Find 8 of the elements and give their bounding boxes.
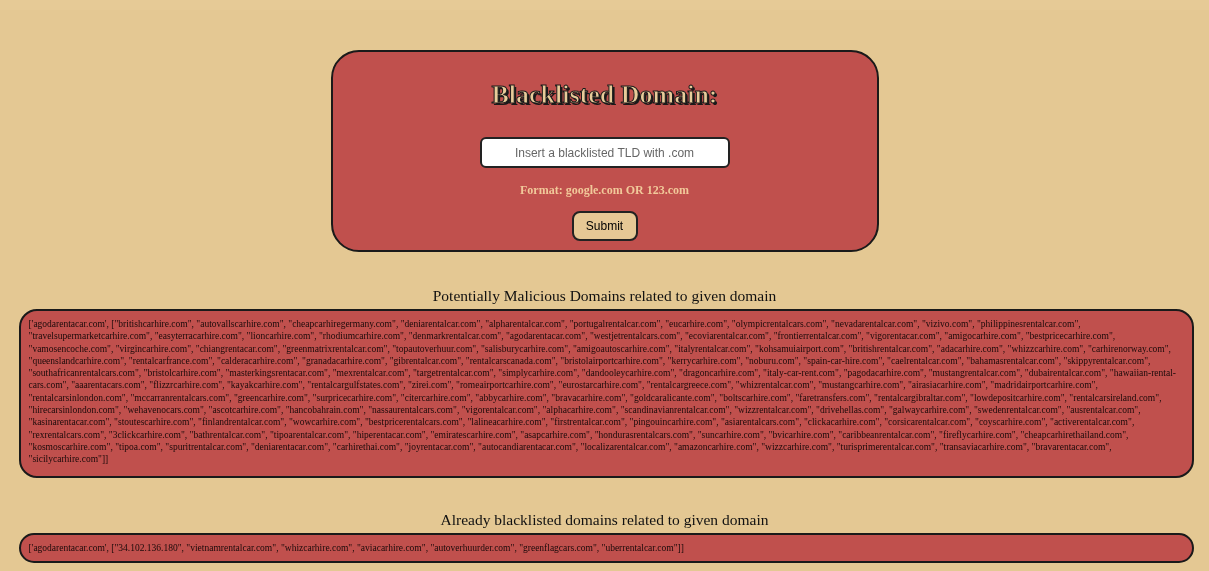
format-hint: Format: google.com OR 123.com [520,182,689,199]
form-title: Blacklisted Domain: [491,82,718,108]
section-heading: Already blacklisted domains related to given domain [440,509,769,530]
domain-list-result: ['agodarentacar.com', ["34.102.136.180", "vietnamrentalcar.com", "whizcarhire.com", "aviacarhire.com", "autoverhuurder.com", "greenflagcars.com", "uberrentalcar.com"]] [18,532,1194,563]
domain-list-result: ['agodarentacar.com', ["britishcarhire.com", "autovallscarhire.com", "cheapcarhiregermany.com", "deniarentalcar.com", "alpharentalcar.com", "portugalrentalcar.com", "eucarhire.com", "olympicrentalcars.com", "nevadarentalcar.com", "vizivo.com", "philippinesrentalcar.com", "travelsupermarketcarhire.com", "easyterracarhire.com", "lioncarhire.com", "rhodiumcarhire.com", "denmarkrentalcar.com", "agodarentacar.com", "westjetrentalcars.com", "ecoviarentalcar.com", "frontierrentalcar.com", "vigorentacar.com", "amigocarhire.com", "bestpricecarhire.com", "vamosencoche.com", "virgincarhire.com", "chiangrentacar.com", "greenmatrixrentalcar.com", "topautoverhuur.com", "salisburycarhire.com", "amigoautoscarhire.com", "italyrentalcar.com", "kohsamuiairport.com", "britishrentalcar.com", "adacarhire.com", "whizzcarhire.com", "carhirenorway.com", "queenslandcarhire.com", "rentalcarfrance.com", "calderacarhire.com", "granadacarhire.com", "gibrentalcar.com", "rentalcarscanada.com", "bristolairportcarhire.com", "kerrycarhire.com", "noburu.com", "spain-car-hire.com", "caelrentalcar.com", "bahamasrentalcar.com", "skippyrentalcar.com", "southafricanrentalcars.com", "bristolcarhire.com", "masterkingsrentacar.com", "mexrentalcar.com", "targetrentalcar.com", "simplycarhire.com", "dandooleycarhire.com", "dragoncarhire.com", "italy-car-rent.com", "pagodacarhire.com", "mustangrentalcar.com", "dubairentalcar.com", "hawaiian-rental-cars.com", "aaarentacars.com", "flizzrcarhire.com", "kayakcarhire.com", "rentalcargulfstates.com", "zirei.com", "romeairportcarhire.com", "eurostarcarhire.com", "rentalcargreece.com", "whizrentalcar.com", "mustangcarhire.com", "airasiacarhire.com", "madridairportcarhire.com", "rentalcarsinlondon.com", "mccarranrentalcars.com", "greencarhire.com", "surpricecarhire.com", "citercarhire.com", "abbycarhire.com", "bravacarhire.com", "goldcaralicante.com", "boltscarhire.com", "faretransfers.com", "rentalcargibraltar.com", "lowdepositcarhire.com", "rentalcarsireland.com", "hirecarsinlondon.com", "wehavenocars.com", "ascotcarhire.com", "hancobahrain.com", "nassaurentalcars.com", "vigorentalcar.com", "alphacarhire.com", "scandinavianrentalcar.com", "wizzrentalcar.com", "drivehellas.com", "galwaycarhire.com", "swedenrentalcar.com", "ausrentalcar.com", "kasinarentacar.com", "stoutescarhire.com", "finlandrentalcar.com", "wowcarhire.com", "bestpricerentalcars.com", "lalineacarhire.com", "firstrentalcar.com", "pingouincarhire.com", "asiarentalcars.com", "clickacarhire.com", "corsicarentalcar.com", "coyscarhire.com", "activerentalcar.com", "rexrentalcars.com", "3clickcarhire.com", "bathrentalcar.com", "tipoarentalcar.com", "hiperentacar.com", "emiratescarhire.com", "asapcarhire.com", "hondurasrentalcars.com", "suncarhire.com", "bvicarhire.com", "caribbeanrentalcar.com", "fireflycarhire.com", "cheapcarhirethailand.com", "kosmoscarhire.com", "tipoa.com", "spuritrentalcar.com", "deniarentacar.com", "carhirethai.com", "joyrentacar.com", "autocandiarentacar.com", "localizarentalcar.com", "amazoncarhire.com", "wizzcarhire.com", "turisprimerentalcar.com", "transaviacarhire.com", "bravarentacar.com", "sicilycarhire.com"]] [18,309,1194,478]
submit-button[interactable]: Submit [571,211,638,241]
section-heading: Potentially Malicious Domains related to given domain [432,286,777,306]
domain-input-field[interactable]: Insert a blacklisted TLD with .com [479,137,730,168]
